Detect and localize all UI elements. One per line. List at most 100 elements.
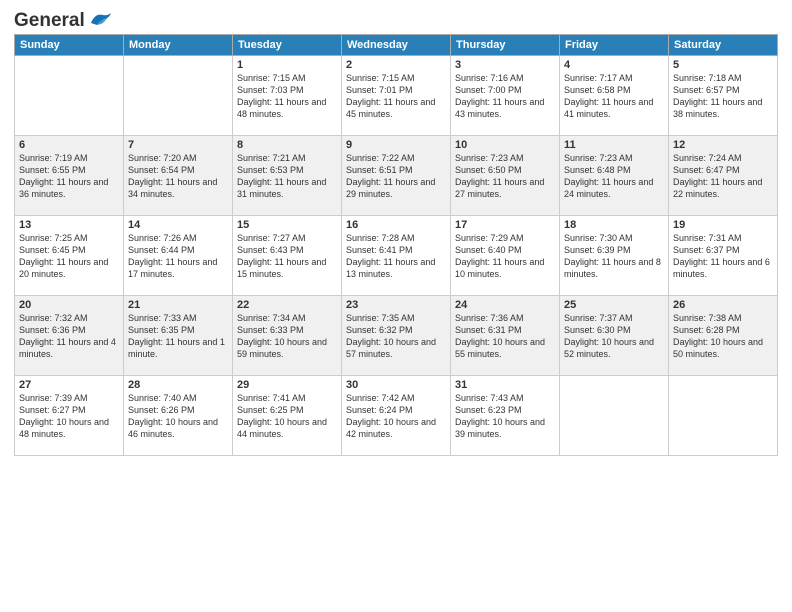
calendar-cell: 26Sunrise: 7:38 AM Sunset: 6:28 PM Dayli… bbox=[669, 296, 778, 376]
day-info: Sunrise: 7:31 AM Sunset: 6:37 PM Dayligh… bbox=[673, 232, 773, 281]
calendar-day-header: Tuesday bbox=[233, 35, 342, 56]
calendar-cell: 10Sunrise: 7:23 AM Sunset: 6:50 PM Dayli… bbox=[451, 136, 560, 216]
day-info: Sunrise: 7:17 AM Sunset: 6:58 PM Dayligh… bbox=[564, 72, 664, 121]
calendar-cell: 13Sunrise: 7:25 AM Sunset: 6:45 PM Dayli… bbox=[15, 216, 124, 296]
calendar-cell: 20Sunrise: 7:32 AM Sunset: 6:36 PM Dayli… bbox=[15, 296, 124, 376]
day-number: 26 bbox=[673, 299, 773, 311]
day-number: 7 bbox=[128, 139, 228, 151]
day-number: 18 bbox=[564, 219, 664, 231]
calendar-day-header: Monday bbox=[124, 35, 233, 56]
day-number: 5 bbox=[673, 59, 773, 71]
day-number: 4 bbox=[564, 59, 664, 71]
day-info: Sunrise: 7:27 AM Sunset: 6:43 PM Dayligh… bbox=[237, 232, 337, 281]
calendar-week-row: 13Sunrise: 7:25 AM Sunset: 6:45 PM Dayli… bbox=[15, 216, 778, 296]
day-number: 16 bbox=[346, 219, 446, 231]
day-info: Sunrise: 7:21 AM Sunset: 6:53 PM Dayligh… bbox=[237, 152, 337, 201]
day-number: 2 bbox=[346, 59, 446, 71]
calendar-cell bbox=[669, 376, 778, 456]
day-number: 6 bbox=[19, 139, 119, 151]
calendar-cell: 16Sunrise: 7:28 AM Sunset: 6:41 PM Dayli… bbox=[342, 216, 451, 296]
day-info: Sunrise: 7:33 AM Sunset: 6:35 PM Dayligh… bbox=[128, 312, 228, 361]
calendar-cell: 5Sunrise: 7:18 AM Sunset: 6:57 PM Daylig… bbox=[669, 56, 778, 136]
day-number: 30 bbox=[346, 379, 446, 391]
day-info: Sunrise: 7:19 AM Sunset: 6:55 PM Dayligh… bbox=[19, 152, 119, 201]
calendar-header-row: SundayMondayTuesdayWednesdayThursdayFrid… bbox=[15, 35, 778, 56]
day-number: 11 bbox=[564, 139, 664, 151]
day-number: 29 bbox=[237, 379, 337, 391]
calendar-week-row: 1Sunrise: 7:15 AM Sunset: 7:03 PM Daylig… bbox=[15, 56, 778, 136]
calendar-cell: 25Sunrise: 7:37 AM Sunset: 6:30 PM Dayli… bbox=[560, 296, 669, 376]
day-info: Sunrise: 7:15 AM Sunset: 7:01 PM Dayligh… bbox=[346, 72, 446, 121]
calendar-cell: 27Sunrise: 7:39 AM Sunset: 6:27 PM Dayli… bbox=[15, 376, 124, 456]
day-info: Sunrise: 7:15 AM Sunset: 7:03 PM Dayligh… bbox=[237, 72, 337, 121]
calendar-cell: 22Sunrise: 7:34 AM Sunset: 6:33 PM Dayli… bbox=[233, 296, 342, 376]
day-info: Sunrise: 7:42 AM Sunset: 6:24 PM Dayligh… bbox=[346, 392, 446, 441]
day-info: Sunrise: 7:29 AM Sunset: 6:40 PM Dayligh… bbox=[455, 232, 555, 281]
day-number: 22 bbox=[237, 299, 337, 311]
page: General SundayMondayTuesdayWednesdayThur… bbox=[0, 0, 792, 612]
day-number: 19 bbox=[673, 219, 773, 231]
day-info: Sunrise: 7:38 AM Sunset: 6:28 PM Dayligh… bbox=[673, 312, 773, 361]
calendar-cell bbox=[560, 376, 669, 456]
calendar-table: SundayMondayTuesdayWednesdayThursdayFrid… bbox=[14, 34, 778, 456]
day-info: Sunrise: 7:40 AM Sunset: 6:26 PM Dayligh… bbox=[128, 392, 228, 441]
calendar-week-row: 27Sunrise: 7:39 AM Sunset: 6:27 PM Dayli… bbox=[15, 376, 778, 456]
calendar-cell: 8Sunrise: 7:21 AM Sunset: 6:53 PM Daylig… bbox=[233, 136, 342, 216]
calendar-cell: 23Sunrise: 7:35 AM Sunset: 6:32 PM Dayli… bbox=[342, 296, 451, 376]
day-number: 1 bbox=[237, 59, 337, 71]
day-number: 9 bbox=[346, 139, 446, 151]
calendar-day-header: Wednesday bbox=[342, 35, 451, 56]
calendar-week-row: 20Sunrise: 7:32 AM Sunset: 6:36 PM Dayli… bbox=[15, 296, 778, 376]
calendar-cell: 31Sunrise: 7:43 AM Sunset: 6:23 PM Dayli… bbox=[451, 376, 560, 456]
day-number: 17 bbox=[455, 219, 555, 231]
calendar-cell: 18Sunrise: 7:30 AM Sunset: 6:39 PM Dayli… bbox=[560, 216, 669, 296]
calendar-day-header: Saturday bbox=[669, 35, 778, 56]
day-info: Sunrise: 7:32 AM Sunset: 6:36 PM Dayligh… bbox=[19, 312, 119, 361]
day-info: Sunrise: 7:39 AM Sunset: 6:27 PM Dayligh… bbox=[19, 392, 119, 441]
calendar-cell: 1Sunrise: 7:15 AM Sunset: 7:03 PM Daylig… bbox=[233, 56, 342, 136]
logo-bird-icon bbox=[87, 11, 113, 27]
day-info: Sunrise: 7:22 AM Sunset: 6:51 PM Dayligh… bbox=[346, 152, 446, 201]
calendar-cell: 3Sunrise: 7:16 AM Sunset: 7:00 PM Daylig… bbox=[451, 56, 560, 136]
calendar-cell: 21Sunrise: 7:33 AM Sunset: 6:35 PM Dayli… bbox=[124, 296, 233, 376]
day-number: 8 bbox=[237, 139, 337, 151]
calendar-cell: 17Sunrise: 7:29 AM Sunset: 6:40 PM Dayli… bbox=[451, 216, 560, 296]
day-info: Sunrise: 7:16 AM Sunset: 7:00 PM Dayligh… bbox=[455, 72, 555, 121]
day-number: 23 bbox=[346, 299, 446, 311]
day-number: 27 bbox=[19, 379, 119, 391]
calendar-cell: 11Sunrise: 7:23 AM Sunset: 6:48 PM Dayli… bbox=[560, 136, 669, 216]
day-info: Sunrise: 7:37 AM Sunset: 6:30 PM Dayligh… bbox=[564, 312, 664, 361]
day-number: 25 bbox=[564, 299, 664, 311]
logo: General bbox=[14, 10, 113, 28]
calendar-cell: 30Sunrise: 7:42 AM Sunset: 6:24 PM Dayli… bbox=[342, 376, 451, 456]
day-number: 20 bbox=[19, 299, 119, 311]
day-number: 28 bbox=[128, 379, 228, 391]
logo-general-text: General bbox=[14, 10, 85, 32]
calendar-cell: 19Sunrise: 7:31 AM Sunset: 6:37 PM Dayli… bbox=[669, 216, 778, 296]
day-number: 14 bbox=[128, 219, 228, 231]
day-number: 3 bbox=[455, 59, 555, 71]
calendar-day-header: Friday bbox=[560, 35, 669, 56]
day-number: 12 bbox=[673, 139, 773, 151]
day-number: 31 bbox=[455, 379, 555, 391]
calendar-cell bbox=[124, 56, 233, 136]
calendar-cell: 9Sunrise: 7:22 AM Sunset: 6:51 PM Daylig… bbox=[342, 136, 451, 216]
calendar-cell: 28Sunrise: 7:40 AM Sunset: 6:26 PM Dayli… bbox=[124, 376, 233, 456]
day-info: Sunrise: 7:34 AM Sunset: 6:33 PM Dayligh… bbox=[237, 312, 337, 361]
calendar-day-header: Sunday bbox=[15, 35, 124, 56]
day-info: Sunrise: 7:41 AM Sunset: 6:25 PM Dayligh… bbox=[237, 392, 337, 441]
day-info: Sunrise: 7:28 AM Sunset: 6:41 PM Dayligh… bbox=[346, 232, 446, 281]
calendar-cell: 7Sunrise: 7:20 AM Sunset: 6:54 PM Daylig… bbox=[124, 136, 233, 216]
day-info: Sunrise: 7:18 AM Sunset: 6:57 PM Dayligh… bbox=[673, 72, 773, 121]
day-info: Sunrise: 7:20 AM Sunset: 6:54 PM Dayligh… bbox=[128, 152, 228, 201]
day-number: 21 bbox=[128, 299, 228, 311]
calendar-cell: 12Sunrise: 7:24 AM Sunset: 6:47 PM Dayli… bbox=[669, 136, 778, 216]
day-number: 10 bbox=[455, 139, 555, 151]
day-number: 13 bbox=[19, 219, 119, 231]
calendar-cell bbox=[15, 56, 124, 136]
day-info: Sunrise: 7:35 AM Sunset: 6:32 PM Dayligh… bbox=[346, 312, 446, 361]
calendar-cell: 24Sunrise: 7:36 AM Sunset: 6:31 PM Dayli… bbox=[451, 296, 560, 376]
day-number: 15 bbox=[237, 219, 337, 231]
calendar-day-header: Thursday bbox=[451, 35, 560, 56]
calendar-week-row: 6Sunrise: 7:19 AM Sunset: 6:55 PM Daylig… bbox=[15, 136, 778, 216]
